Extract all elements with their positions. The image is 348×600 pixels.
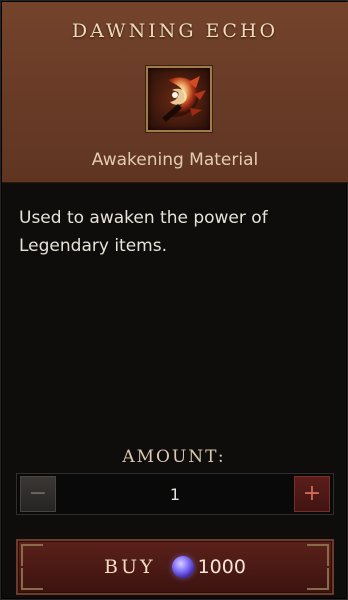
corner-ornament	[21, 568, 43, 590]
corner-ornament	[21, 544, 43, 566]
quantity-stepper: − 1 +	[16, 473, 334, 515]
increase-amount-button[interactable]: +	[294, 476, 330, 512]
amount-label: AMOUNT:	[122, 447, 226, 467]
item-header: DAWNING ECHO Awakening Material	[2, 2, 348, 183]
item-name: DAWNING ECHO	[71, 20, 279, 42]
corner-ornament	[307, 568, 329, 590]
platinum-currency-icon	[171, 556, 194, 578]
buy-label: BUY	[104, 556, 156, 578]
plus-icon: +	[302, 481, 322, 506]
buy-button[interactable]: BUY 1000	[16, 539, 334, 595]
item-description: Used to awaken the power of Legendary it…	[19, 208, 268, 256]
decrease-amount-button[interactable]: −	[20, 476, 56, 512]
dawning-echo-icon	[146, 66, 212, 132]
minus-icon: −	[28, 481, 48, 506]
price-value: 1000	[197, 556, 246, 578]
item-tooltip: DAWNING ECHO Awakening Material Used to …	[0, 0, 348, 600]
item-type: Awakening Material	[91, 150, 259, 170]
corner-ornament	[307, 544, 329, 566]
amount-value[interactable]: 1	[57, 474, 293, 514]
